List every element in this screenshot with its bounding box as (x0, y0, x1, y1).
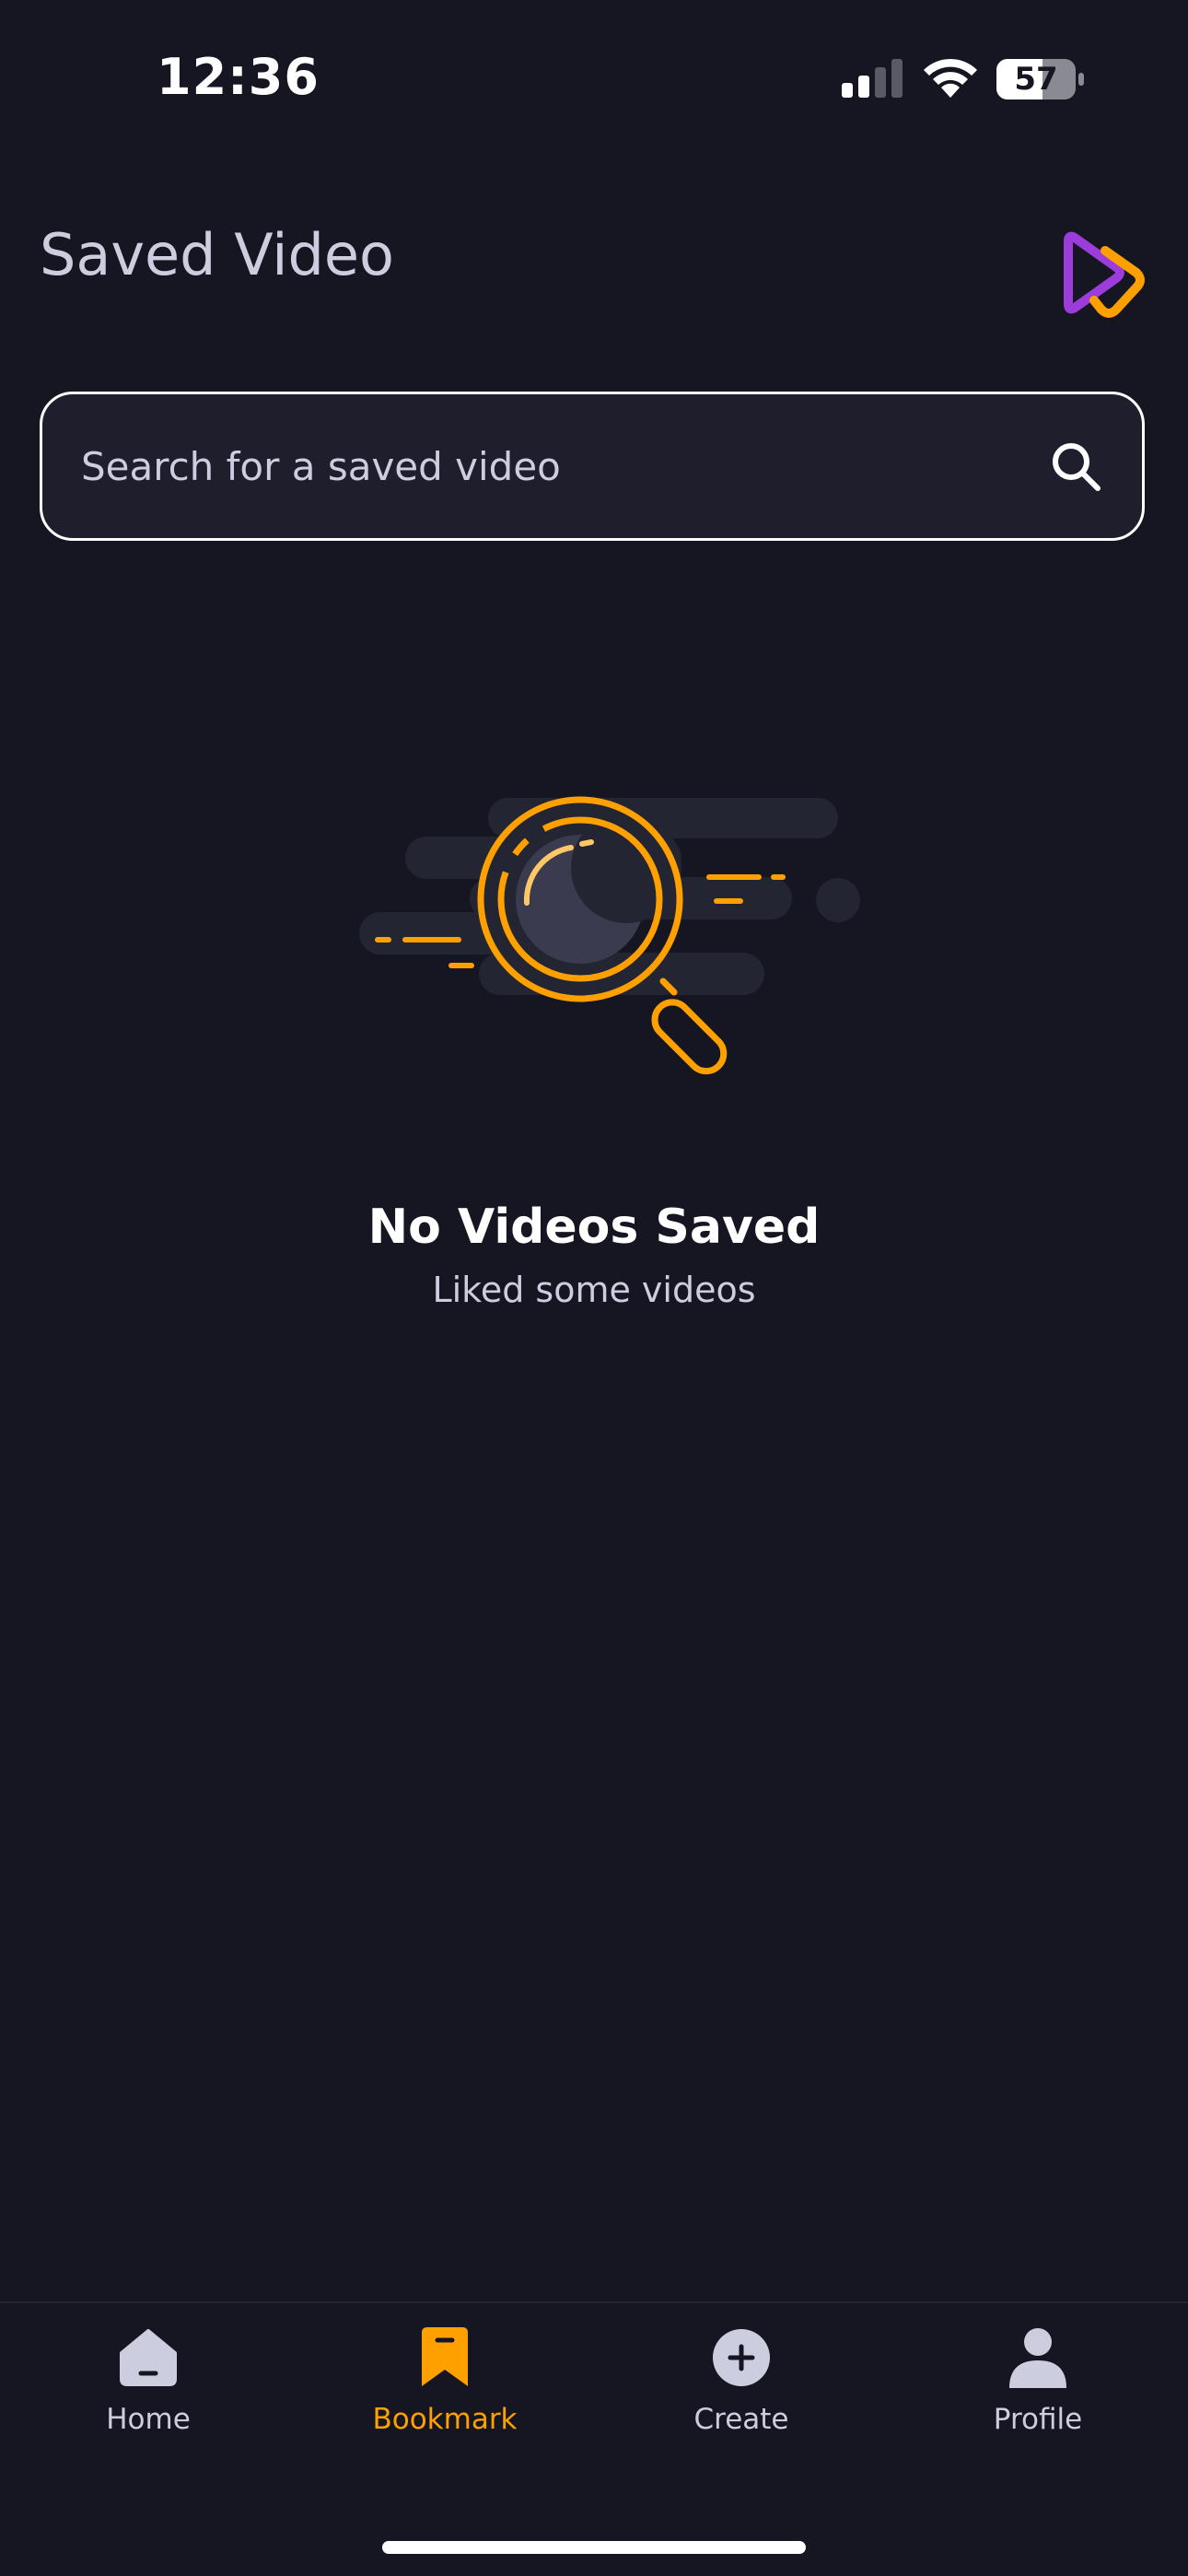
empty-state-subtitle: Liked some videos (432, 1270, 756, 1310)
status-time: 12:36 (157, 48, 320, 106)
search-box[interactable] (40, 392, 1145, 541)
search-input[interactable] (42, 393, 1048, 539)
page-title: Saved Video (40, 221, 394, 288)
home-icon (120, 2329, 177, 2386)
signal-icon (842, 59, 903, 98)
profile-icon (1009, 2328, 1066, 2388)
tab-home-label: Home (106, 2403, 191, 2436)
battery-level: 57 (1014, 61, 1058, 98)
tab-bar: Home Bookmark Create Profile (0, 2301, 1188, 2576)
tab-profile-label: Profile (993, 2403, 1083, 2436)
plus-circle-icon (713, 2329, 770, 2386)
empty-state-title: No Videos Saved (367, 1200, 821, 1255)
battery-icon: 57 (996, 59, 1085, 100)
tab-bookmark[interactable]: Bookmark (297, 2325, 593, 2436)
tab-home[interactable]: Home (0, 2325, 297, 2436)
home-indicator[interactable] (382, 2541, 806, 2554)
search-icon[interactable] (1048, 439, 1103, 494)
tab-bookmark-label: Bookmark (372, 2403, 518, 2436)
magnifier-illustration-icon (359, 796, 860, 1075)
tab-create[interactable]: Create (593, 2325, 890, 2436)
play-logo-icon (1064, 231, 1145, 318)
tab-create-label: Create (693, 2403, 789, 2436)
tab-profile[interactable]: Profile (890, 2325, 1186, 2436)
wifi-icon (924, 58, 977, 98)
bookmark-icon (422, 2327, 468, 2386)
status-bar: 12:36 57 (0, 0, 1188, 157)
